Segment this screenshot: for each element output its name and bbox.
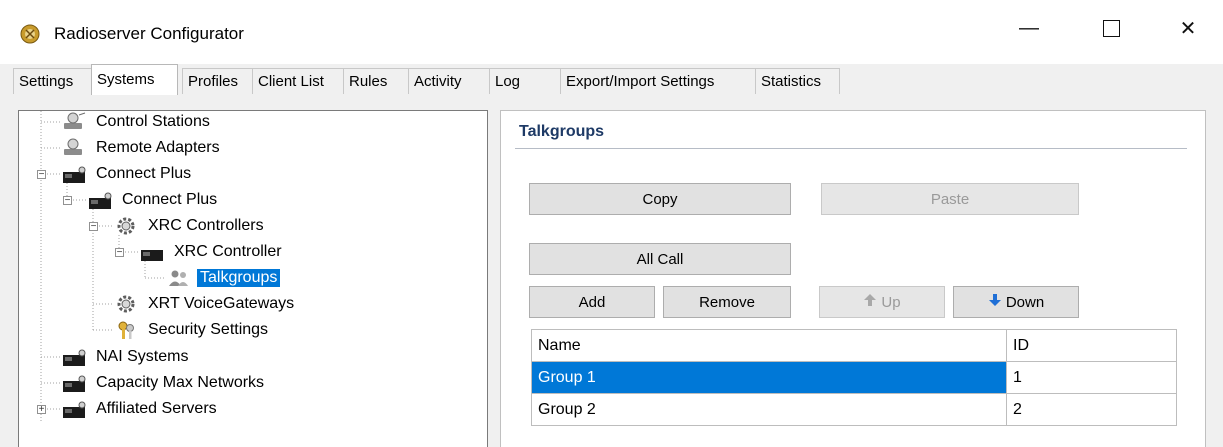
- system-folder-icon: [87, 189, 115, 211]
- talkgroups-panel: Talkgroups Copy Paste All Call Add Remov…: [500, 110, 1206, 447]
- all-call-button[interactable]: All Call: [529, 243, 791, 275]
- tree-node-connect-plus-system[interactable]: Connect Plus: [87, 189, 220, 211]
- systems-page: − − − − + Control Stations Remote Adapte…: [0, 96, 1223, 447]
- arrow-up-icon: [863, 293, 877, 311]
- column-header-name[interactable]: Name: [531, 329, 1007, 362]
- tree-node-label: Control Stations: [96, 113, 210, 130]
- down-button[interactable]: Down: [953, 286, 1079, 318]
- gear-icon: [113, 215, 141, 237]
- up-button-label: Up: [881, 293, 901, 311]
- add-button-label: Add: [578, 293, 606, 311]
- system-folder-icon: [61, 398, 89, 420]
- table-row[interactable]: Group 2 2: [531, 393, 1177, 426]
- tree-node-label: XRC Controllers: [148, 217, 264, 234]
- add-button[interactable]: Add: [529, 286, 655, 318]
- tab-statistics[interactable]: Statistics: [755, 68, 840, 94]
- table-header-row: Name ID: [531, 329, 1177, 362]
- system-folder-icon: [61, 372, 89, 394]
- maximize-icon: [1102, 19, 1120, 37]
- tree-collapse-toggle[interactable]: −: [89, 222, 98, 232]
- tab-systems[interactable]: Systems: [91, 64, 178, 95]
- cell-id[interactable]: 2: [1006, 393, 1177, 426]
- minimize-icon: —: [1019, 16, 1039, 39]
- down-button-label: Down: [1005, 293, 1045, 311]
- tree-collapse-toggle[interactable]: −: [37, 170, 46, 180]
- all-call-button-label: All Call: [636, 250, 684, 268]
- tab-log[interactable]: Log: [489, 68, 561, 94]
- window-title: Radioserver Configurator: [54, 24, 244, 43]
- tab-export-import-settings[interactable]: Export/Import Settings: [560, 68, 756, 94]
- tree-node-remote-adapters[interactable]: Remote Adapters: [61, 137, 223, 159]
- paste-button-label: Paste: [930, 190, 970, 208]
- remove-button[interactable]: Remove: [663, 286, 791, 318]
- system-folder-icon: [61, 163, 89, 185]
- tree-node-label: Remote Adapters: [96, 139, 220, 156]
- tree-node-label: Connect Plus: [96, 165, 192, 182]
- tree-node-label: XRT VoiceGateways: [148, 295, 295, 312]
- tree-node-control-stations[interactable]: Control Stations: [61, 111, 213, 133]
- tree-node-connect-plus[interactable]: Connect Plus: [61, 163, 194, 185]
- tab-rules[interactable]: Rules: [343, 68, 409, 94]
- maximize-button[interactable]: [1088, 8, 1134, 48]
- cell-name[interactable]: Group 1: [531, 361, 1007, 394]
- system-folder-icon: [139, 241, 167, 263]
- keys-icon: [113, 319, 141, 341]
- tree-node-label: Capacity Max Networks: [96, 374, 265, 391]
- tree-node-label: Talkgroups: [197, 269, 281, 287]
- tree-node-label: Connect Plus: [122, 191, 218, 208]
- tree-node-label: NAI Systems: [96, 348, 189, 365]
- section-title: Talkgroups: [519, 123, 605, 140]
- tree-node-xrc-controllers[interactable]: XRC Controllers: [113, 215, 267, 237]
- column-header-id[interactable]: ID: [1006, 329, 1177, 362]
- copy-button-label: Copy: [642, 190, 678, 208]
- talkgroups-table: Name ID Group 1 1 Group 2 2: [531, 329, 1177, 426]
- tab-settings[interactable]: Settings: [13, 68, 92, 94]
- tree-node-xrc-controller[interactable]: XRC Controller: [139, 241, 285, 263]
- table-row[interactable]: Group 1 1: [531, 361, 1177, 394]
- close-icon: ✕: [1179, 17, 1197, 40]
- close-button[interactable]: ✕: [1165, 8, 1211, 48]
- remove-button-label: Remove: [699, 293, 755, 311]
- arrow-down-icon: [988, 293, 1002, 311]
- tree-node-xrt-voicegateways[interactable]: XRT VoiceGateways: [113, 293, 297, 315]
- control-stations-icon: [61, 111, 89, 133]
- tree-node-label: Security Settings: [148, 321, 269, 338]
- tree-collapse-toggle[interactable]: −: [63, 196, 72, 206]
- tree-node-label: XRC Controller: [174, 243, 282, 260]
- title-bar: Radioserver Configurator — ✕: [0, 0, 1223, 66]
- cell-name[interactable]: Group 2: [531, 393, 1007, 426]
- tree-node-talkgroups[interactable]: Talkgroups: [165, 267, 281, 289]
- up-button[interactable]: Up: [819, 286, 945, 318]
- tree-node-label: Affiliated Servers: [96, 400, 217, 417]
- tab-activity[interactable]: Activity: [408, 68, 490, 94]
- cell-id[interactable]: 1: [1006, 361, 1177, 394]
- system-folder-icon: [61, 346, 89, 368]
- tree-expand-toggle[interactable]: +: [37, 405, 46, 415]
- copy-button[interactable]: Copy: [529, 183, 791, 215]
- tree-node-capacity-max-networks[interactable]: Capacity Max Networks: [61, 372, 267, 394]
- tree-node-nai-systems[interactable]: NAI Systems: [61, 346, 191, 368]
- gear-icon: [113, 293, 141, 315]
- tab-strip: Settings Systems Profiles Client List Ru…: [0, 64, 1223, 97]
- tree-collapse-toggle[interactable]: −: [115, 248, 124, 258]
- remote-adapters-icon: [61, 137, 89, 159]
- tree-node-affiliated-servers[interactable]: Affiliated Servers: [61, 398, 220, 420]
- tab-profiles[interactable]: Profiles: [182, 68, 253, 94]
- paste-button[interactable]: Paste: [821, 183, 1079, 215]
- talkgroups-icon: [165, 267, 193, 289]
- systems-tree[interactable]: − − − − + Control Stations Remote Adapte…: [18, 110, 488, 447]
- section-divider: [515, 148, 1187, 149]
- minimize-button[interactable]: —: [1006, 8, 1052, 48]
- tree-node-security-settings[interactable]: Security Settings: [113, 319, 271, 341]
- tab-client-list[interactable]: Client List: [252, 68, 344, 94]
- app-logo-icon: [20, 24, 40, 44]
